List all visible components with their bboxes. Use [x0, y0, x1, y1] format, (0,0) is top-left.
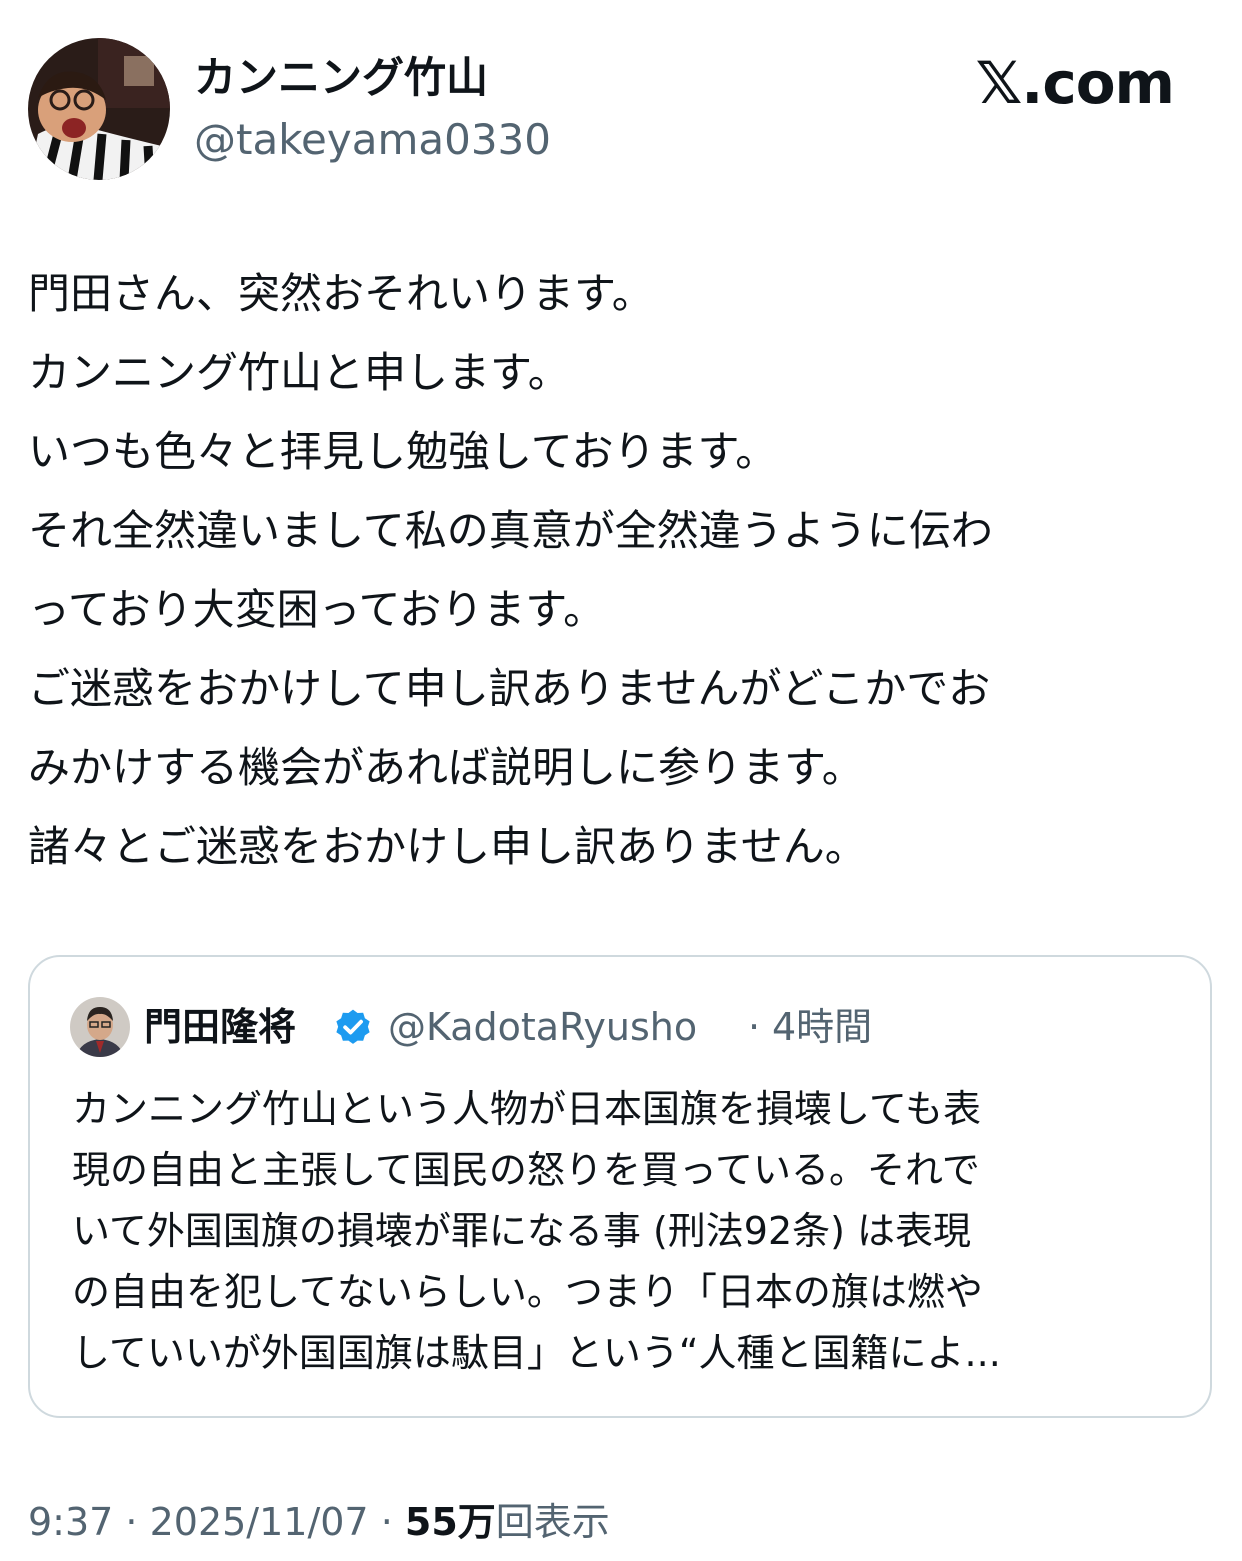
author-handle[interactable]: @takeyama0330	[194, 114, 551, 166]
quoted-author-handle[interactable]: @KadotaRyusho	[388, 1001, 697, 1053]
views-count[interactable]: 55万	[405, 1500, 496, 1544]
tweet-text-line: ご迷惑をおかけして申し訳ありませんがどこかでお	[28, 664, 991, 713]
quoted-author-avatar[interactable]	[70, 997, 130, 1057]
separator-dot: ·	[368, 1500, 405, 1544]
quoted-tweet-time[interactable]: 4時間	[772, 1001, 872, 1053]
quoted-text-line: いて外国国旗の損壊が罪になる事 (刑法92条) は表現	[72, 1209, 972, 1253]
quoted-tweet-card[interactable]: 門田隆将 @KadotaRyusho · 4時間 カンニング竹山という人物が日本…	[28, 955, 1212, 1418]
author-name[interactable]: カンニング竹山	[194, 52, 488, 104]
quoted-text-line: 現の自由と主張して国民の怒りを買っている。それで	[72, 1148, 980, 1192]
author-avatar[interactable]	[28, 38, 170, 180]
tweet-text-line: 門田さん、突然おそれいります。	[28, 269, 654, 318]
tweet-text: 門田さん、突然おそれいります。 カンニング竹山と申します。 いつも色々と拝見し勉…	[28, 254, 1214, 886]
tweet-text-line: っており大変困っております。	[28, 585, 606, 634]
quoted-text-line: していいが外国国旗は駄目」という“人種と国籍によ...	[72, 1331, 1001, 1375]
tweet-text-line: カンニング竹山と申します。	[28, 348, 570, 397]
tweet-text-line: 諸々とご迷惑をおかけし申し訳ありません。	[28, 822, 867, 871]
separator-dot: ·	[748, 1005, 761, 1049]
x-logo[interactable]: 𝕏.com	[976, 48, 1175, 118]
tweet-date[interactable]: 2025/11/07	[150, 1500, 369, 1544]
tweet-time[interactable]: 9:37	[28, 1500, 113, 1544]
quoted-tweet-header: 門田隆将 @KadotaRyusho · 4時間	[70, 997, 1170, 1057]
verified-badge-icon	[332, 1007, 374, 1049]
quoted-tweet-text: カンニング竹山という人物が日本国旗を損壊しても表 現の自由と主張して国民の怒りを…	[72, 1079, 1172, 1384]
views-label[interactable]: 回表示	[496, 1500, 610, 1544]
tweet-text-line: みかけする機会があれば説明しに参ります。	[28, 743, 864, 792]
tweet-header: カンニング竹山 @takeyama0330 𝕏.com	[28, 38, 1214, 180]
tweet-metadata: 9:37 · 2025/11/07 · 55万回表示	[28, 1496, 610, 1548]
tweet-text-line: いつも色々と拝見し勉強しております。	[28, 427, 778, 476]
quoted-text-line: の自由を犯してないらしい。つまり「日本の旗は燃や	[72, 1270, 983, 1314]
tweet-text-line: それ全然違いまして私の真意が全然違うように伝わ	[28, 506, 993, 555]
separator-dot: ·	[113, 1500, 150, 1544]
quoted-text-line: カンニング竹山という人物が日本国旗を損壊しても表	[72, 1087, 981, 1131]
quoted-author-name[interactable]: 門田隆将	[144, 1001, 296, 1053]
